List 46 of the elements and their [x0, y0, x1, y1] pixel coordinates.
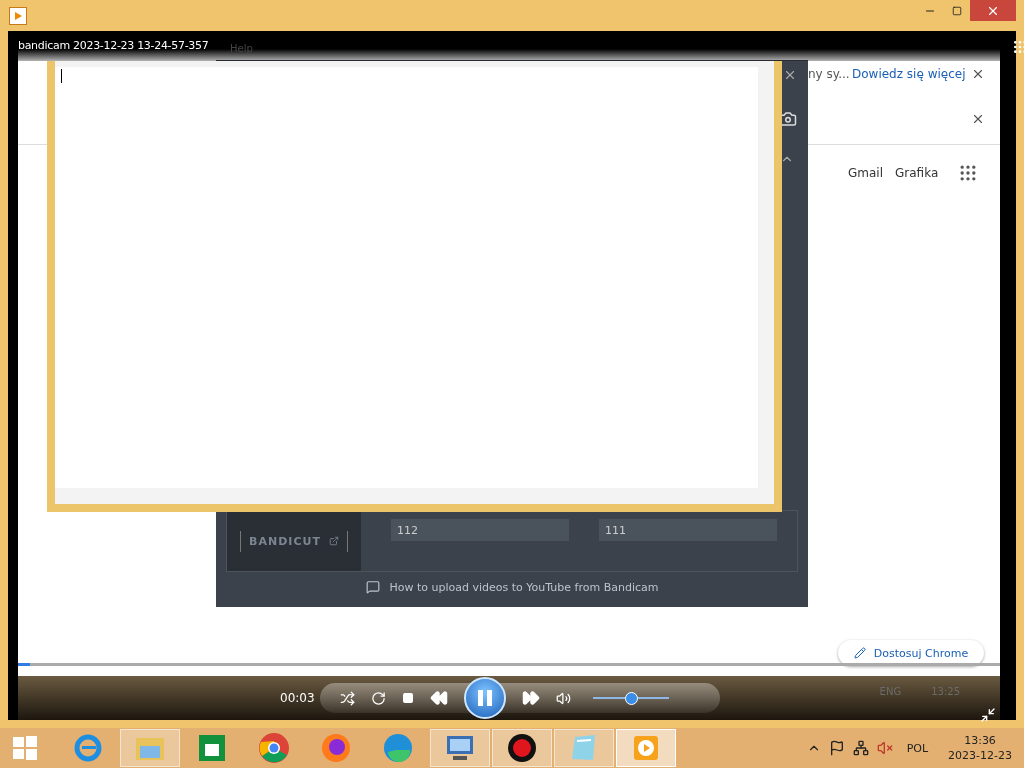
- rewind-icon[interactable]: [430, 689, 448, 707]
- play-icon: [633, 735, 659, 761]
- shuffle-icon[interactable]: [340, 690, 355, 706]
- camera-icon[interactable]: [779, 110, 797, 128]
- record-icon: [507, 733, 537, 763]
- volume-icon[interactable]: [556, 690, 571, 706]
- chrome-icon: [258, 732, 290, 764]
- notice-link[interactable]: Dowiedz się więcej: [852, 67, 966, 81]
- header-link[interactable]: Grafika: [895, 166, 939, 180]
- chat-icon: [365, 580, 380, 594]
- input-field[interactable]: 112: [391, 519, 569, 541]
- customize-button[interactable]: Dostosuj Chrome: [838, 640, 984, 666]
- firefox-icon: [320, 732, 352, 764]
- taskbar-app[interactable]: [492, 729, 552, 767]
- language-label[interactable]: POL: [906, 741, 929, 755]
- minimize-view-icon[interactable]: [980, 707, 996, 723]
- stop-icon[interactable]: [402, 692, 414, 704]
- clock-label: 13:25: [931, 686, 960, 697]
- maximize-icon[interactable]: [951, 5, 962, 16]
- close-icon[interactable]: [971, 67, 985, 81]
- time-label: 00:03: [280, 691, 316, 705]
- network-icon[interactable]: [852, 740, 869, 756]
- browser-e-icon: [73, 733, 103, 763]
- switch-layout-icon[interactable]: [1012, 39, 1024, 55]
- repeat-icon[interactable]: [371, 690, 386, 706]
- language-label: ENG: [879, 686, 902, 697]
- flag-icon[interactable]: [828, 740, 845, 756]
- fast-forward-icon[interactable]: [522, 689, 540, 707]
- taskbar-app[interactable]: [430, 729, 490, 767]
- clock[interactable]: 13:36 2023-12-23: [948, 734, 1012, 762]
- folder-icon: [135, 735, 165, 761]
- app-icon: [9, 7, 27, 25]
- pencil-icon: [853, 647, 866, 659]
- shopping-bag-icon: [197, 733, 227, 763]
- monitor-icon: [445, 734, 475, 762]
- speaker-muted-icon[interactable]: [876, 740, 893, 756]
- header-link[interactable]: Gmail: [848, 166, 883, 180]
- external-link-icon: [328, 536, 339, 546]
- notice-text: ny sy...: [808, 67, 850, 81]
- close-icon[interactable]: [783, 68, 797, 82]
- apps-grid-icon[interactable]: [958, 163, 978, 183]
- edge-icon: [382, 732, 414, 764]
- close-icon[interactable]: [971, 112, 985, 126]
- help-link[interactable]: How to upload videos to YouTube from Bandicam: [389, 580, 659, 594]
- input-field[interactable]: 111: [599, 519, 777, 541]
- video-title: bandicam 2023-12-23 13-24-57-357: [18, 39, 209, 52]
